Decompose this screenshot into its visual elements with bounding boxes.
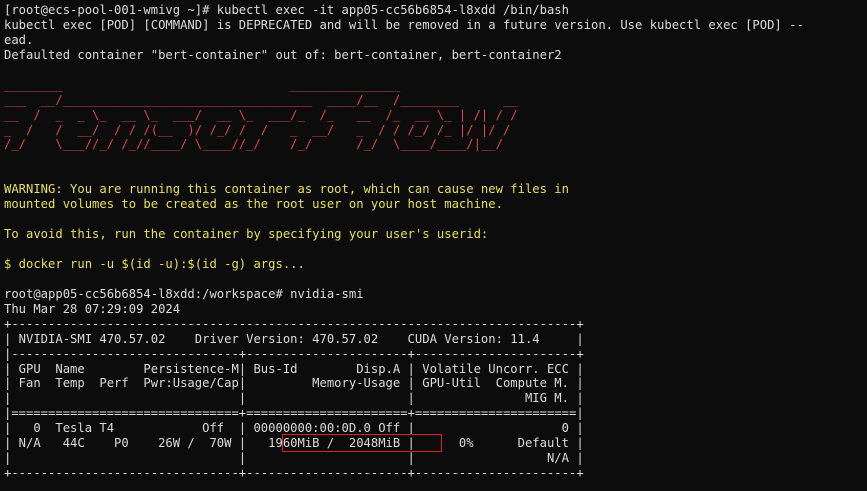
tensorflow-banner-line-3: __ / _ _ \_ __ \_ ___/ __ \_ ___/_ /_ __… <box>4 107 518 122</box>
tensorflow-banner-line-1: ________ _______________ <box>4 77 401 92</box>
prompt-nvidia-smi: root@app05-cc56b6854-l8xdd:/workspace# n… <box>4 286 364 301</box>
nvidia-smi-gpu-row-3: | | | N/A | <box>4 451 584 466</box>
defaulted-container-message: Defaulted container "bert-container" out… <box>4 47 562 62</box>
tensorflow-banner-line-5: /_/ \___//_/ /_//____/ \____//_/ /_/ /_/… <box>4 137 503 152</box>
prompt-kubectl-exec: [root@ecs-pool-001-wmivg ~]# kubectl exe… <box>4 3 569 17</box>
nvidia-smi-header-divider: |===============================+=======… <box>4 406 584 421</box>
tensorflow-banner-line-4: _ / / __/ / / /(__ )/ /_/ / / _ __/ _ / … <box>4 122 511 137</box>
nvidia-smi-gpu-row-1: | 0 Tesla T4 Off | 00000000:00:0D.0 Off … <box>4 421 584 436</box>
root-warning-line-1: WARNING: You are running this container … <box>4 182 569 197</box>
tensorflow-banner-line-2: ___ __/_________________________________… <box>4 92 518 107</box>
nvidia-smi-header-row-1: | GPU Name Persistence-M| Bus-Id Disp.A … <box>4 361 584 376</box>
nvidia-smi-table-border: +---------------------------------------… <box>4 316 584 331</box>
nvidia-smi-gpu-row-2: | N/A 44C P0 26W / 70W | 1960MiB / 2048M… <box>4 436 584 451</box>
nvidia-smi-header-row-3: | | | MIG M. | <box>4 391 584 406</box>
nvidia-smi-header-row-2: | Fan Temp Perf Pwr:Usage/Cap| Memory-Us… <box>4 376 584 391</box>
nvidia-smi-timestamp: Thu Mar 28 07:29:09 2024 <box>4 301 181 316</box>
docker-run-example: $ docker run -u $(id -u):$(id -g) args..… <box>4 256 305 271</box>
deprecation-warning-line-1: kubectl exec [POD] [COMMAND] is DEPRECAT… <box>4 17 804 32</box>
nvidia-smi-table-separator: |-------------------------------+-------… <box>4 346 584 361</box>
avoid-root-hint: To avoid this, run the container by spec… <box>4 227 489 242</box>
nvidia-smi-version-row: | NVIDIA-SMI 470.57.02 Driver Version: 4… <box>4 331 584 346</box>
deprecation-warning-line-2: ead. <box>4 32 34 47</box>
terminal-window[interactable]: [root@ecs-pool-001-wmivg ~]# kubectl exe… <box>0 0 867 491</box>
root-warning-line-2: mounted volumes to be created as the roo… <box>4 197 503 212</box>
nvidia-smi-table-bottom: +-------------------------------+-------… <box>4 466 584 481</box>
